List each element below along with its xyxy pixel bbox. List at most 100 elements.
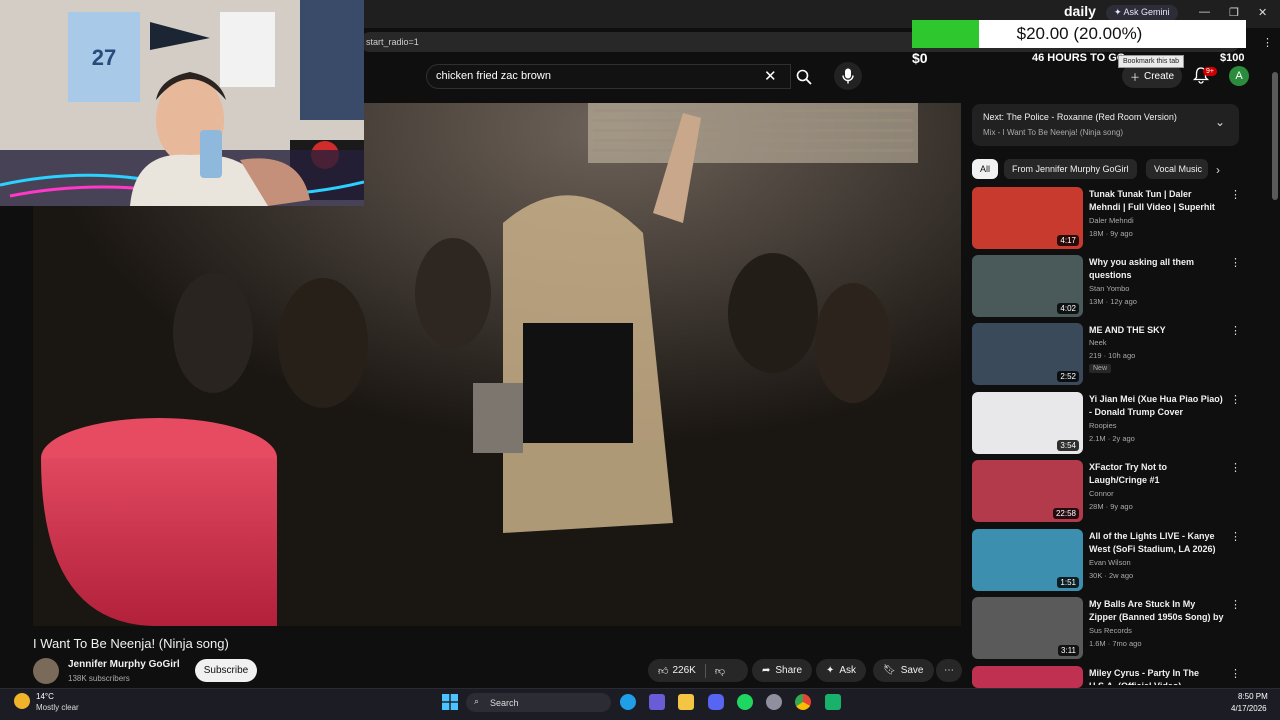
clock-time: 8:50 PM xyxy=(1238,692,1268,701)
browser-menu-icon[interactable]: ⋮ xyxy=(1262,36,1273,49)
clear-search-icon[interactable]: ✕ xyxy=(764,67,777,85)
donation-max-label: $100 xyxy=(1220,52,1245,64)
search-button[interactable] xyxy=(790,64,817,89)
search-icon: ⌕ xyxy=(474,696,480,706)
weather-temperature: 14°C xyxy=(36,692,54,701)
windows-taskbar xyxy=(0,688,1280,720)
chip-vocal-music[interactable]: Vocal Music xyxy=(1146,159,1208,179)
account-avatar[interactable]: A xyxy=(1229,66,1249,86)
voice-search-button[interactable] xyxy=(834,62,862,90)
video-duration: 3:54 xyxy=(1057,440,1079,451)
webcam-overlay: 27 xyxy=(0,0,364,206)
search-query: chicken fried zac brown xyxy=(436,70,551,82)
more-options-icon[interactable]: ⋮ xyxy=(1230,461,1241,474)
recommendation-thumbnail[interactable]: 4:02 xyxy=(972,255,1083,317)
recommendation-title[interactable]: XFactor Try Not to Laugh/Cringe #1 xyxy=(1089,461,1225,487)
donation-current-amount: $20.00 (20.00%) xyxy=(1016,24,1143,43)
up-next-panel[interactable] xyxy=(972,104,1239,146)
recommendation-channel[interactable]: Stan Yombo xyxy=(1089,284,1129,293)
streamer-webcam-image: 27 xyxy=(0,0,364,206)
clock-date: 4/17/2026 xyxy=(1231,704,1267,713)
chip-from-channel[interactable]: From Jennifer Murphy GoGirl xyxy=(1004,159,1137,179)
search-icon xyxy=(796,69,812,85)
more-options-icon[interactable]: ⋮ xyxy=(1230,530,1241,543)
video-duration: 3:11 xyxy=(1058,645,1079,656)
taskbar-search-box[interactable]: ⌕ Search xyxy=(466,693,611,712)
recommendation-title[interactable]: All of the Lights LIVE - Kanye West (SoF… xyxy=(1089,530,1225,556)
recommendation-channel[interactable]: Neek xyxy=(1089,338,1107,347)
recommendation-channel[interactable]: Sus Records xyxy=(1089,626,1132,635)
more-options-icon[interactable]: ⋮ xyxy=(1230,393,1241,406)
streaming-app-icon[interactable] xyxy=(825,694,841,710)
save-button[interactable]: 🔖︎ Save xyxy=(873,659,934,682)
ask-button[interactable]: ✦ Ask xyxy=(816,659,867,682)
recommendation-thumbnail[interactable]: 22:58 xyxy=(972,460,1083,522)
recommendation-thumbnail[interactable]: 2:52 xyxy=(972,323,1083,385)
maximize-icon[interactable]: ❐ xyxy=(1229,6,1239,19)
notification-count-badge: 9+ xyxy=(1203,67,1217,76)
teams-icon[interactable] xyxy=(649,694,665,710)
spotify-icon[interactable] xyxy=(737,694,753,710)
bookmark-tooltip: Bookmark this tab xyxy=(1118,55,1185,68)
weather-moon-icon[interactable] xyxy=(14,693,30,709)
recommendation-thumbnail[interactable]: 4:17 xyxy=(972,187,1083,249)
discord-icon[interactable] xyxy=(708,694,724,710)
recommendation-title[interactable]: ME AND THE SKY xyxy=(1089,324,1225,337)
recommendation-title[interactable]: Miley Cyrus - Party In The U.S.A. (Offic… xyxy=(1089,667,1225,685)
chrome-icon[interactable] xyxy=(795,694,811,710)
subscribe-button[interactable]: Subscribe xyxy=(195,659,257,682)
video-duration: 2:52 xyxy=(1057,371,1079,382)
more-options-icon[interactable]: ⋮ xyxy=(1230,256,1241,269)
recommendation-views-age: 2.1M · 2y ago xyxy=(1089,434,1135,443)
video-duration: 4:17 xyxy=(1057,235,1079,246)
recommendation-channel[interactable]: Evan Wilson xyxy=(1089,558,1131,567)
chevron-right-icon[interactable]: › xyxy=(1216,163,1220,177)
close-window-icon[interactable]: ✕ xyxy=(1258,6,1267,19)
recommendation-title[interactable]: Yi Jian Mei (Xue Hua Piao Piao) - Donald… xyxy=(1089,393,1225,419)
ask-gemini-button[interactable]: ✦ Ask Gemini xyxy=(1106,5,1178,21)
ask-gemini-label: Ask Gemini xyxy=(1123,7,1170,17)
scrollbar-thumb[interactable] xyxy=(1272,72,1278,200)
thumbs-up-icon: 👍︎ xyxy=(658,665,669,677)
donation-goal-bar: $20.00 (20.00%) xyxy=(912,20,1246,48)
more-options-icon[interactable]: ⋮ xyxy=(1230,667,1241,680)
recommendation-thumbnail[interactable] xyxy=(972,666,1083,688)
obs-icon[interactable] xyxy=(766,694,782,710)
recommendation-title[interactable]: Tunak Tunak Tun | Daler Mehndi | Full Vi… xyxy=(1089,188,1225,214)
more-actions-button[interactable]: ⋯ xyxy=(936,659,962,682)
minimize-icon[interactable]: — xyxy=(1199,6,1210,18)
chip-all[interactable]: All xyxy=(972,159,999,179)
chevron-down-icon[interactable]: ⌄ xyxy=(1215,115,1225,129)
windows-start-icon[interactable] xyxy=(442,694,458,710)
channel-name[interactable]: Jennifer Murphy GoGirl xyxy=(68,659,180,670)
recommendation-title[interactable]: Why you asking all them questions xyxy=(1089,256,1225,282)
edge-browser-icon[interactable] xyxy=(620,694,636,710)
recommendation-thumbnail[interactable]: 3:54 xyxy=(972,392,1083,454)
more-horizontal-icon: ⋯ xyxy=(944,665,954,676)
recommendation-views-age: 219 · 10h ago xyxy=(1089,351,1136,360)
recommendation-channel[interactable]: Daler Mehndi xyxy=(1089,216,1134,225)
save-label: Save xyxy=(900,665,924,676)
file-explorer-icon[interactable] xyxy=(678,694,694,710)
recommendation-title[interactable]: My Balls Are Stuck In My Zipper (Banned … xyxy=(1089,598,1225,624)
bookmark-icon: 🔖︎ xyxy=(883,665,896,676)
channel-avatar[interactable] xyxy=(33,658,59,684)
share-icon: ➦ xyxy=(762,665,771,676)
more-options-icon[interactable]: ⋮ xyxy=(1230,324,1241,337)
more-options-icon[interactable]: ⋮ xyxy=(1230,598,1241,611)
plus-icon: ＋ xyxy=(1129,72,1140,84)
share-button[interactable]: ➦ Share xyxy=(752,659,813,682)
like-button[interactable]: 👍︎ 226K xyxy=(658,665,696,677)
create-label: Create xyxy=(1143,70,1174,82)
video-duration: 22:58 xyxy=(1052,508,1079,519)
recommendation-thumbnail[interactable]: 3:11 xyxy=(972,597,1083,659)
recommendation-thumbnail[interactable]: 1:51 xyxy=(972,529,1083,591)
like-count: 226K xyxy=(672,665,696,676)
more-options-icon[interactable]: ⋮ xyxy=(1230,188,1241,201)
recommendation-channel[interactable]: Roopies xyxy=(1089,421,1117,430)
weather-description: Mostly clear xyxy=(36,703,79,712)
dislike-button[interactable]: 👎︎ xyxy=(715,665,725,677)
like-divider xyxy=(704,663,706,678)
video-title: I Want To Be Neenja! (Ninja song) xyxy=(33,636,229,651)
recommendation-channel[interactable]: Connor xyxy=(1089,489,1114,498)
